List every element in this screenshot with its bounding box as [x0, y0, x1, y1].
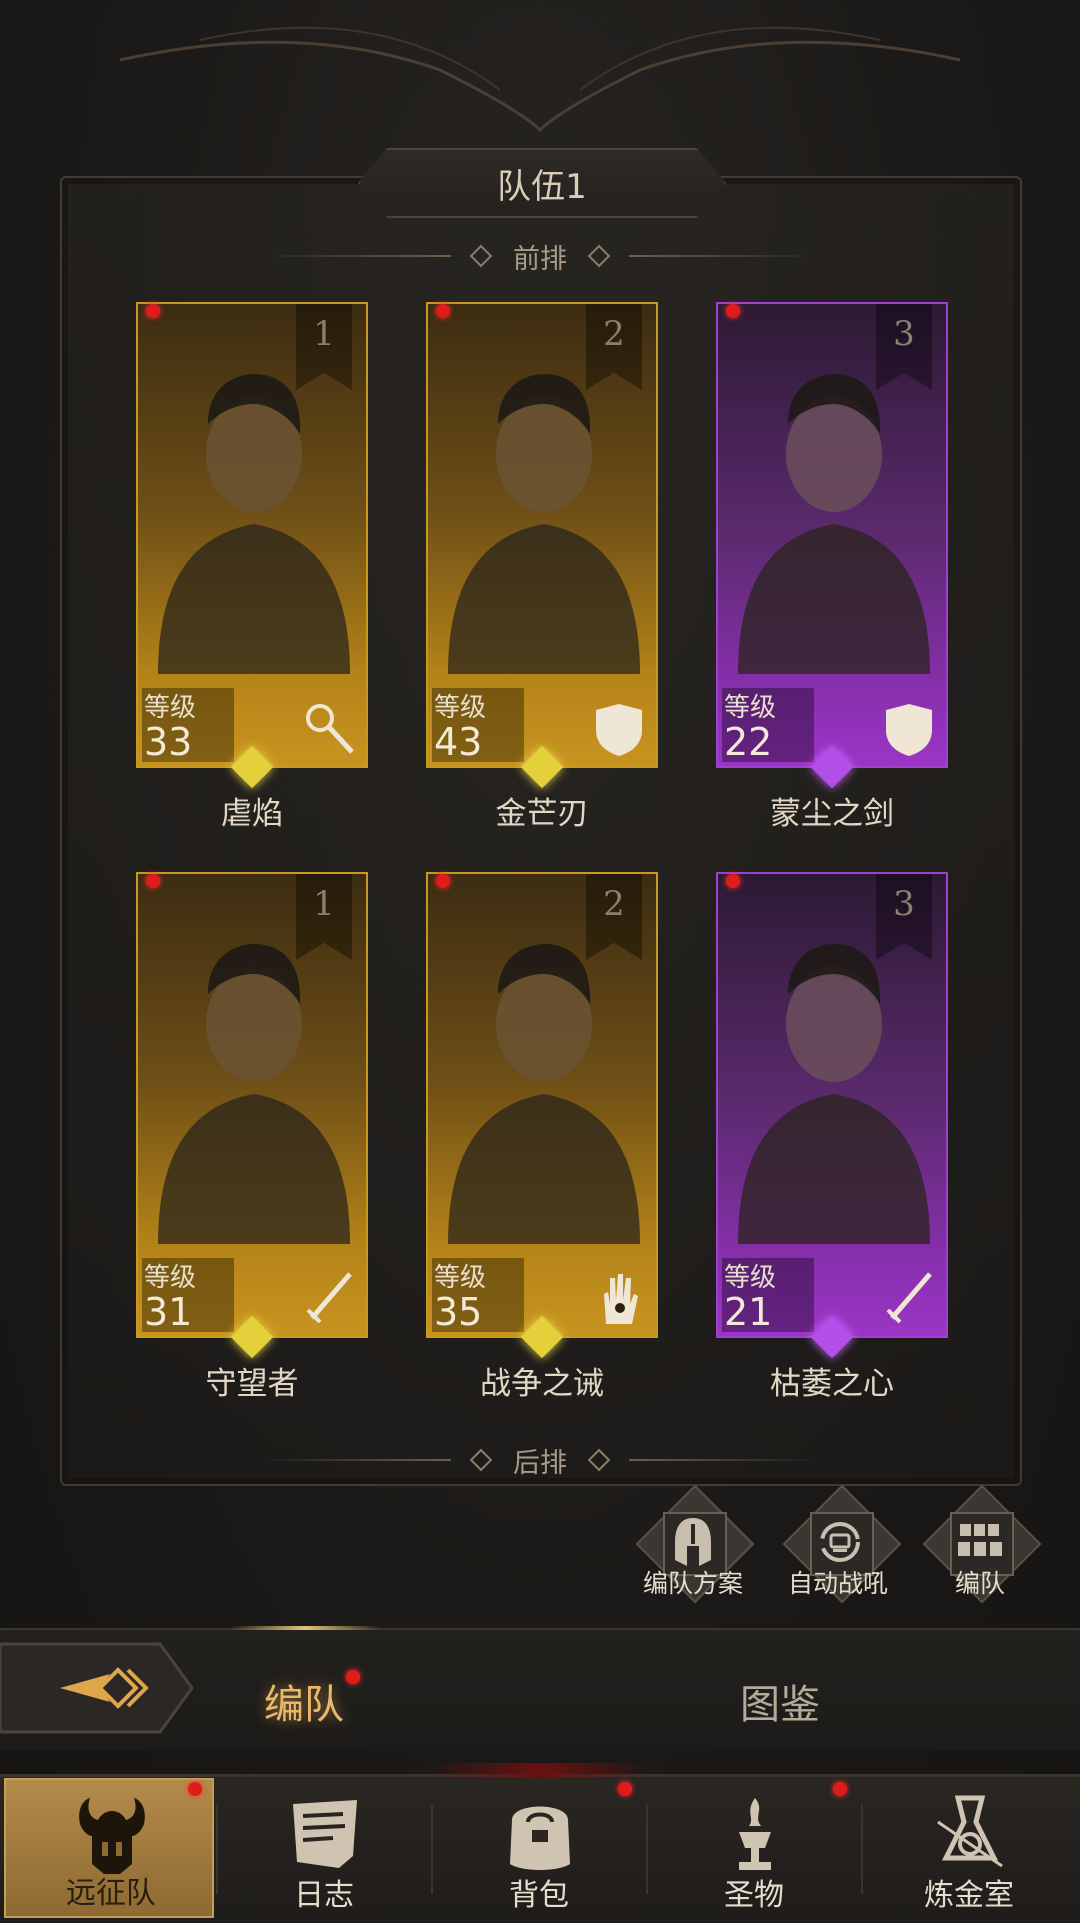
- nav-item[interactable]: 远征队: [4, 1778, 214, 1918]
- formation-label: 编队: [954, 1569, 1005, 1598]
- level-value: 22: [724, 720, 773, 764]
- level-value: 31: [144, 1290, 193, 1334]
- hero-portrait: [738, 944, 930, 1244]
- nav-item-label: 圣物: [724, 1878, 784, 1913]
- hero-name: 枯萎之心: [770, 1366, 894, 1402]
- shield-icon: [886, 704, 932, 756]
- nav-item[interactable]: 圣物: [649, 1778, 859, 1918]
- nav-separator: [861, 1804, 863, 1894]
- hero-name: 蒙尘之剑: [770, 796, 894, 832]
- level-value: 33: [144, 720, 193, 764]
- top-ornament: [119, 26, 961, 133]
- staff-icon: [306, 704, 354, 754]
- nav-notify-dot: [833, 1782, 847, 1796]
- back-row-label: 后排: [0, 1440, 1080, 1480]
- sword-icon: [886, 1272, 932, 1324]
- back-button[interactable]: [0, 1640, 194, 1736]
- team-title: 队伍1: [358, 148, 726, 218]
- nav-item-label: 炼金室: [924, 1878, 1014, 1913]
- nav-item-label: 背包: [509, 1878, 569, 1913]
- level-label: 等级: [724, 1263, 777, 1293]
- level-label: 等级: [144, 693, 197, 723]
- hero-card[interactable]: 1 等级 31: [136, 872, 368, 1338]
- tab-formation[interactable]: 编队: [264, 1672, 344, 1730]
- nav-notify-dot: [618, 1782, 632, 1796]
- nav-item[interactable]: 日志: [219, 1778, 429, 1918]
- helmet-icon: [675, 1518, 711, 1566]
- sword-icon: [306, 1272, 352, 1324]
- hero-notify-dot: [726, 874, 740, 888]
- level-value: 35: [434, 1290, 483, 1334]
- level-label: 等级: [434, 693, 487, 723]
- formation-plan-label: 编队方案: [642, 1569, 743, 1598]
- level-value: 43: [434, 720, 483, 764]
- hero-notify-dot: [146, 304, 160, 318]
- hero-name: 守望者: [205, 1366, 299, 1402]
- hero-name: 虐焰: [221, 796, 283, 832]
- grid-formation-icon: [958, 1524, 1002, 1556]
- hero-portrait: [158, 944, 350, 1244]
- tab-codex[interactable]: 图鉴: [740, 1672, 820, 1730]
- nav-notify-dot: [188, 1782, 202, 1796]
- hero-portrait: [448, 374, 640, 674]
- nav-separator: [216, 1804, 218, 1894]
- hero-portrait: [158, 374, 350, 674]
- helmet-icon: [79, 1798, 145, 1874]
- auto-roar-label: 自动战吼: [787, 1569, 888, 1598]
- level-label: 等级: [144, 1263, 197, 1293]
- hero-card[interactable]: 3 等级 21: [716, 872, 948, 1338]
- hero-portrait: [738, 374, 930, 674]
- shield-icon: [596, 704, 642, 756]
- nav-separator: [431, 1804, 433, 1894]
- hero-notify-dot: [436, 304, 450, 318]
- nav-item-label: 远征队: [66, 1876, 156, 1911]
- hero-notify-dot: [436, 874, 450, 888]
- nav-item[interactable]: 背包: [434, 1778, 644, 1918]
- hero-card[interactable]: 1 等级 33: [136, 302, 368, 768]
- nav-item[interactable]: 炼金室: [864, 1778, 1074, 1918]
- hero-name: 金芒刃: [495, 796, 589, 832]
- level-value: 21: [724, 1290, 773, 1334]
- hero-card[interactable]: 2 等级 35: [426, 872, 658, 1338]
- scroll-icon: [293, 1800, 357, 1868]
- alchemy-icon: [937, 1795, 1003, 1868]
- hero-card[interactable]: 3 等级 22: [716, 302, 948, 768]
- nav-separator: [646, 1804, 648, 1894]
- hand-icon: [604, 1274, 638, 1324]
- hero-portrait: [448, 944, 640, 1244]
- nav-item-label: 日志: [294, 1878, 354, 1913]
- level-label: 等级: [434, 1263, 487, 1293]
- relic-icon: [739, 1798, 771, 1870]
- level-label: 等级: [724, 693, 777, 723]
- front-row-label: 前排: [0, 236, 1080, 276]
- hero-notify-dot: [726, 304, 740, 318]
- hero-notify-dot: [146, 874, 160, 888]
- tab-formation-notify-dot: [346, 1670, 360, 1684]
- auto-cycle-icon: [820, 1522, 860, 1562]
- hero-card[interactable]: 2 等级 43: [426, 302, 658, 768]
- bag-icon: [510, 1806, 570, 1870]
- hero-name: 战争之诫: [480, 1366, 604, 1402]
